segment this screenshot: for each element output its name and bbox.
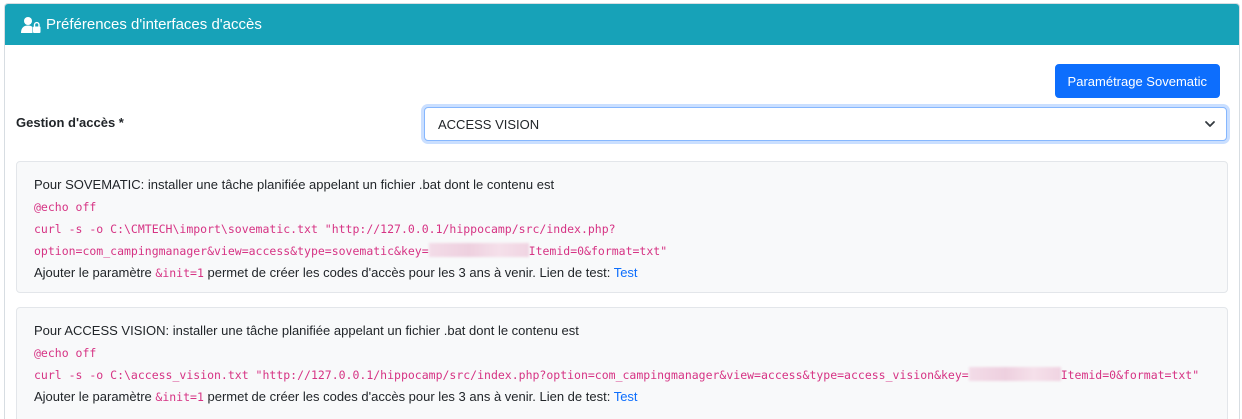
card-header: Préférences d'interfaces d'accès: [5, 4, 1239, 45]
redacted-key: [428, 243, 529, 257]
redacted-key: [968, 367, 1061, 381]
param-text: permet de créer les codes d'accès pour l…: [203, 389, 614, 404]
sovematic-code-curl-1: curl -s -o C:\CMTECH\import\sovematic.tx…: [34, 222, 616, 236]
sovematic-intro: Pour SOVEMATIC: installer une tâche plan…: [34, 177, 555, 192]
sovematic-info-box: Pour SOVEMATIC: installer une tâche plan…: [16, 161, 1228, 293]
sovematic-test-link[interactable]: Test: [614, 265, 638, 280]
access-vision-test-link[interactable]: Test: [614, 389, 638, 404]
access-vision-intro: Pour ACCESS VISION: installer une tâche …: [34, 323, 579, 338]
sovematic-param-line: Ajouter le paramètre &init=1 permet de c…: [34, 264, 1210, 286]
access-management-label: Gestion d'accès *: [16, 115, 124, 130]
code-segment: option=com_campingmanager&view=access&ty…: [34, 244, 429, 258]
sovematic-code-curl-2: option=com_campingmanager&view=access&ty…: [34, 242, 1210, 264]
card-body: Paramétrage Sovematic Gestion d'accès * …: [5, 45, 1239, 419]
access-vision-param-line: Ajouter le paramètre &init=1 permet de c…: [34, 388, 1210, 410]
selected-value: ACCESS VISION: [438, 116, 540, 132]
access-vision-code-echo: @echo off: [34, 346, 97, 360]
code-segment: Itemid=0&format=txt": [1060, 368, 1200, 382]
sovematic-code-echo: @echo off: [34, 200, 97, 214]
user-lock-icon: [21, 16, 41, 34]
param-text: permet de créer les codes d'accès pour l…: [203, 265, 614, 280]
code-segment: Itemid=0&format=txt": [528, 244, 668, 258]
param-code: &init=1: [155, 390, 204, 404]
access-management-select[interactable]: ACCESS VISION: [424, 107, 1227, 141]
access-preferences-card: Préférences d'interfaces d'accès Paramét…: [4, 3, 1240, 419]
access-vision-info-box: Pour ACCESS VISION: installer une tâche …: [16, 307, 1228, 419]
sovematic-settings-button[interactable]: Paramétrage Sovematic: [1054, 64, 1220, 98]
code-segment: curl -s -o C:\access_vision.txt "http://…: [34, 368, 969, 382]
access-vision-code-curl: curl -s -o C:\access_vision.txt "http://…: [34, 366, 1210, 388]
param-text: Ajouter le paramètre: [34, 389, 156, 404]
param-text: Ajouter le paramètre: [34, 265, 156, 280]
page-title: Préférences d'interfaces d'accès: [46, 16, 262, 33]
chevron-down-icon: [1204, 118, 1216, 130]
param-code: &init=1: [155, 266, 204, 280]
